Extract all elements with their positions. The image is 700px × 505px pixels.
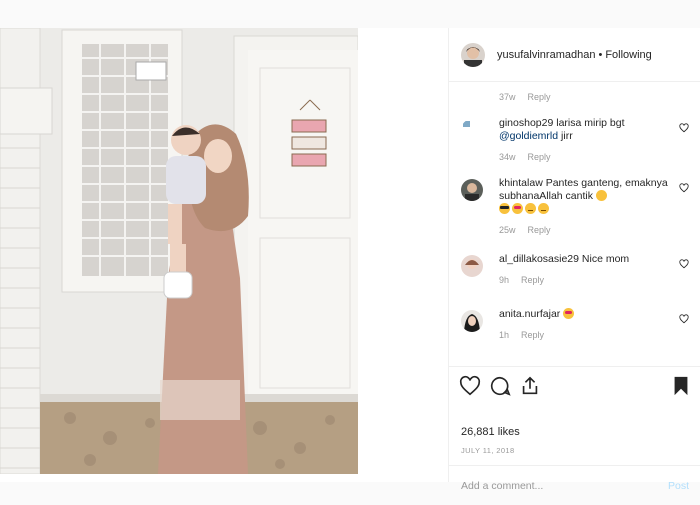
like-comment-heart-icon[interactable] bbox=[679, 314, 689, 324]
post-date[interactable]: JULY 11, 2018 bbox=[461, 446, 515, 455]
comment-time: 37w bbox=[499, 92, 516, 102]
following-button[interactable]: Following bbox=[605, 49, 651, 61]
smiling-face-emoji bbox=[595, 190, 607, 201]
reply-button[interactable]: Reply bbox=[521, 329, 544, 342]
author-avatar[interactable] bbox=[461, 42, 485, 67]
commenter-username[interactable]: al_dillakosasie29 bbox=[499, 253, 579, 265]
share-icon[interactable] bbox=[519, 375, 541, 397]
post-modal: yusufalvinramadhan • Following 37w Reply… bbox=[0, 28, 700, 492]
like-heart-icon[interactable] bbox=[459, 375, 481, 397]
smiling-face-emoji bbox=[525, 203, 536, 214]
comment-time: 25w bbox=[499, 225, 516, 235]
like-comment-heart-icon[interactable] bbox=[679, 123, 689, 133]
comment-item: ginoshop29 larisa mirip bgt @goldiemrld … bbox=[461, 117, 689, 164]
commenter-avatar[interactable] bbox=[461, 179, 483, 201]
commenter-avatar[interactable] bbox=[461, 255, 483, 277]
reply-button[interactable]: Reply bbox=[528, 92, 551, 102]
post-header: yusufalvinramadhan • Following bbox=[449, 28, 700, 82]
commenter-avatar[interactable] bbox=[461, 119, 483, 141]
smiling-face-emoji bbox=[538, 203, 549, 214]
post-photo-image bbox=[0, 28, 358, 474]
comments-panel: yusufalvinramadhan • Following 37w Reply… bbox=[448, 28, 700, 492]
heart-eyes-emoji bbox=[512, 203, 523, 214]
comment-item: anita.nurfajar 1h Reply bbox=[461, 308, 689, 342]
action-icons bbox=[459, 373, 691, 399]
header-separator: • bbox=[598, 48, 603, 61]
like-comment-heart-icon[interactable] bbox=[679, 183, 689, 193]
commenter-username[interactable]: ginoshop29 bbox=[499, 117, 553, 129]
commenter-username[interactable]: khintalaw bbox=[499, 177, 543, 189]
commenter-avatar[interactable] bbox=[461, 310, 483, 332]
author-username[interactable]: yusufalvinramadhan bbox=[497, 49, 595, 61]
reply-button[interactable]: Reply bbox=[528, 224, 551, 237]
sunglasses-emoji bbox=[499, 203, 510, 214]
like-count[interactable]: 26,881 likes bbox=[461, 426, 520, 438]
reply-button[interactable]: Reply bbox=[521, 274, 544, 287]
comment-bubble-icon[interactable] bbox=[489, 375, 511, 397]
comment-text-tail: jirr bbox=[561, 130, 573, 142]
like-comment-heart-icon[interactable] bbox=[679, 259, 689, 269]
post-photo[interactable] bbox=[0, 28, 358, 474]
comment-item: al_dillakosasie29 Nice mom 9h Reply bbox=[461, 253, 689, 287]
commenter-username[interactable]: anita.nurfajar bbox=[499, 308, 560, 320]
post-actions: 26,881 likes JULY 11, 2018 Add a comment… bbox=[449, 366, 700, 492]
reply-button[interactable]: Reply bbox=[528, 151, 551, 164]
comment-text: Nice mom bbox=[581, 253, 630, 265]
save-bookmark-icon[interactable] bbox=[671, 375, 691, 397]
comment-meta: 37w Reply bbox=[499, 92, 551, 102]
heart-eyes-emoji bbox=[563, 308, 575, 319]
add-comment-bar: Add a comment... Post bbox=[449, 465, 700, 505]
comment-item: khintalaw Pantes ganteng, emaknya subhan… bbox=[461, 177, 689, 237]
mention-link[interactable]: @goldiemrld bbox=[499, 130, 558, 142]
comment-text: larisa mirip bgt bbox=[556, 117, 625, 129]
comment-time: 34w bbox=[499, 152, 516, 162]
comments-list[interactable]: 37w Reply ginoshop29 larisa mirip bgt @g… bbox=[449, 83, 700, 365]
comment-time: 1h bbox=[499, 330, 510, 340]
comment-time: 9h bbox=[499, 275, 510, 285]
